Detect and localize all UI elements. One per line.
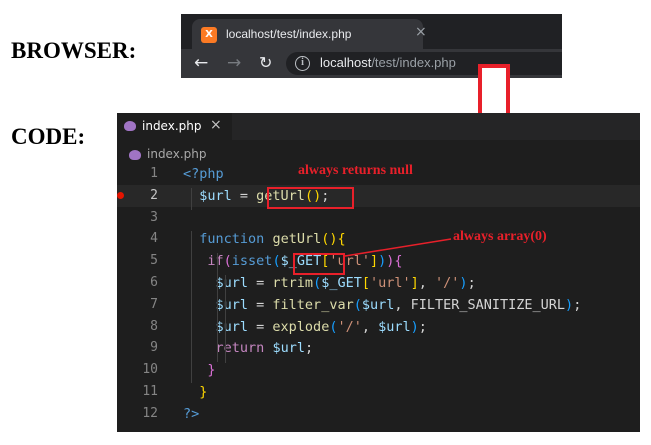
xampp-favicon-icon: X: [201, 27, 217, 43]
code-section-label: CODE:: [11, 124, 86, 149]
browser-tab-title: localhost/test/index.php: [226, 27, 352, 41]
browser-section-label: BROWSER:: [11, 38, 137, 63]
address-url[interactable]: localhost/test/index.php: [320, 55, 456, 70]
back-arrow-icon[interactable]: ←: [194, 52, 208, 74]
site-info-icon[interactable]: i: [295, 56, 310, 71]
code-editor: index.php × index.php 1 <?php 2 $url = get…: [117, 113, 640, 432]
forward-arrow-icon[interactable]: →: [227, 52, 241, 74]
annotation-pointer-line: [344, 238, 452, 257]
url-path: /test/index.php: [371, 55, 456, 70]
browser-tab[interactable]: X localhost/test/index.php ×: [192, 19, 427, 49]
close-tab-icon[interactable]: ×: [415, 24, 427, 40]
url-host: localhost: [320, 55, 372, 70]
reload-icon[interactable]: ↻: [259, 52, 272, 74]
